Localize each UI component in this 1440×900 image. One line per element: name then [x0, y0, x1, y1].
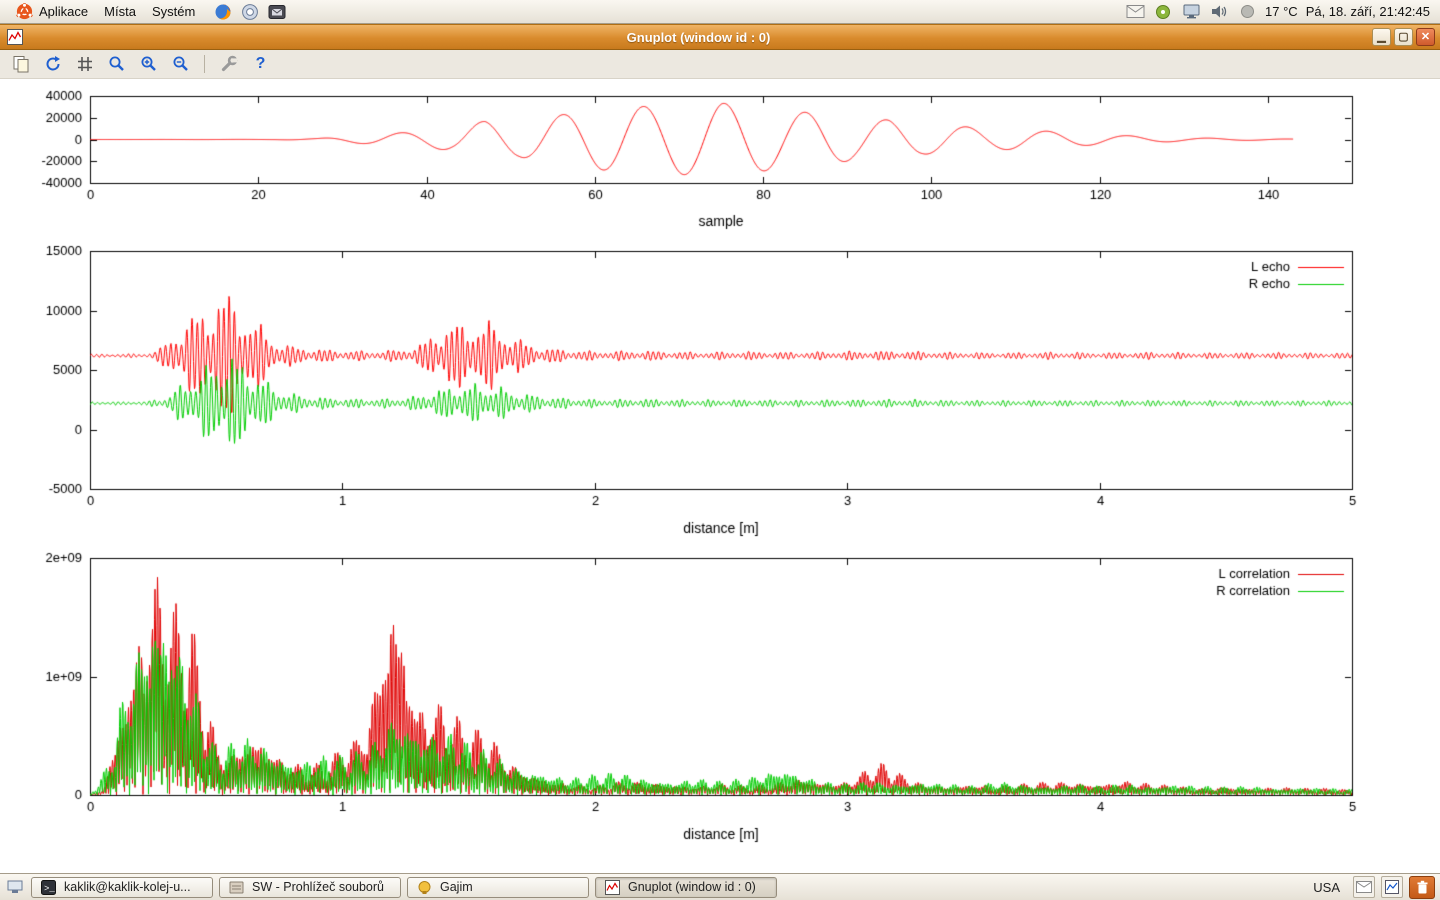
mail-tray-icon[interactable] [1353, 876, 1375, 898]
panel-launchers [213, 2, 287, 22]
show-desktop-icon[interactable] [5, 877, 25, 897]
menu-applications[interactable]: Aplikace [6, 0, 96, 24]
keyboard-layout-indicator[interactable]: USA [1306, 878, 1347, 897]
mail-client-icon[interactable] [267, 2, 287, 22]
zoom-in-icon[interactable] [137, 53, 160, 76]
update-icon[interactable] [1153, 2, 1173, 22]
gnuplot-window-icon [5, 27, 25, 47]
taskbar: >_ kaklik@kaklik-kolej-u... SW - Prohlíž… [0, 873, 1440, 900]
help-icon[interactable] [240, 2, 260, 22]
taskbar-button-terminal[interactable]: >_ kaklik@kaklik-kolej-u... [31, 877, 213, 898]
taskbar-button-label: kaklik@kaklik-kolej-u... [64, 880, 191, 894]
firefox-icon[interactable] [213, 2, 233, 22]
gajim-icon [414, 877, 434, 897]
display-icon[interactable] [1181, 2, 1201, 22]
menu-applications-label: Aplikace [39, 4, 88, 19]
clock-label[interactable]: Pá, 18. září, 21:42:45 [1306, 4, 1430, 19]
toggle-grid-icon[interactable] [73, 53, 96, 76]
gnuplot-toolbar: ? [0, 50, 1440, 79]
taskbar-button-label: Gnuplot (window id : 0) [628, 880, 756, 894]
temperature-label[interactable]: 17 °C [1265, 4, 1298, 19]
gnuplot-plot-area[interactable] [0, 79, 1440, 873]
menu-places[interactable]: Místa [96, 2, 144, 21]
taskbar-button-gajim[interactable]: Gajim [407, 877, 589, 898]
window-title: Gnuplot (window id : 0) [29, 30, 1368, 45]
volume-icon[interactable] [1209, 2, 1229, 22]
menu-system-label: Systém [152, 4, 195, 19]
help-button-icon[interactable]: ? [249, 53, 272, 76]
configure-icon[interactable] [217, 53, 240, 76]
system-tray: 17 °C Pá, 18. září, 21:42:45 [1125, 2, 1434, 22]
zoom-out-icon[interactable] [169, 53, 192, 76]
ubuntu-logo-icon [14, 2, 34, 22]
terminal-icon: >_ [38, 877, 58, 897]
weather-icon[interactable] [1237, 2, 1257, 22]
svg-text:>_: >_ [44, 884, 55, 894]
taskbar-button-label: SW - Prohlížeč souborů [252, 880, 384, 894]
trash-icon[interactable] [1409, 876, 1435, 899]
window-controls: ▁ ▢ ✕ [1372, 28, 1435, 46]
gnuplot-window-titlebar[interactable]: Gnuplot (window id : 0) ▁ ▢ ✕ [0, 24, 1440, 50]
close-button[interactable]: ✕ [1416, 28, 1435, 46]
minimize-button[interactable]: ▁ [1372, 28, 1391, 46]
menu-places-label: Místa [104, 4, 136, 19]
top-panel: Aplikace Místa Systém [0, 0, 1440, 24]
toolbar-separator [204, 55, 205, 73]
taskbar-button-label: Gajim [440, 880, 473, 894]
gnuplot-icon [602, 877, 622, 897]
mail-icon[interactable] [1125, 2, 1145, 22]
taskbar-button-gnuplot[interactable]: Gnuplot (window id : 0) [595, 877, 777, 898]
zoom-previous-icon[interactable] [105, 53, 128, 76]
menu-system[interactable]: Systém [144, 2, 203, 21]
replot-icon[interactable] [41, 53, 64, 76]
taskbar-button-file-manager[interactable]: SW - Prohlížeč souborů [219, 877, 401, 898]
maximize-button[interactable]: ▢ [1394, 28, 1413, 46]
file-manager-icon [226, 877, 246, 897]
copy-plot-icon[interactable] [9, 53, 32, 76]
chart-tray-icon[interactable] [1381, 876, 1403, 898]
